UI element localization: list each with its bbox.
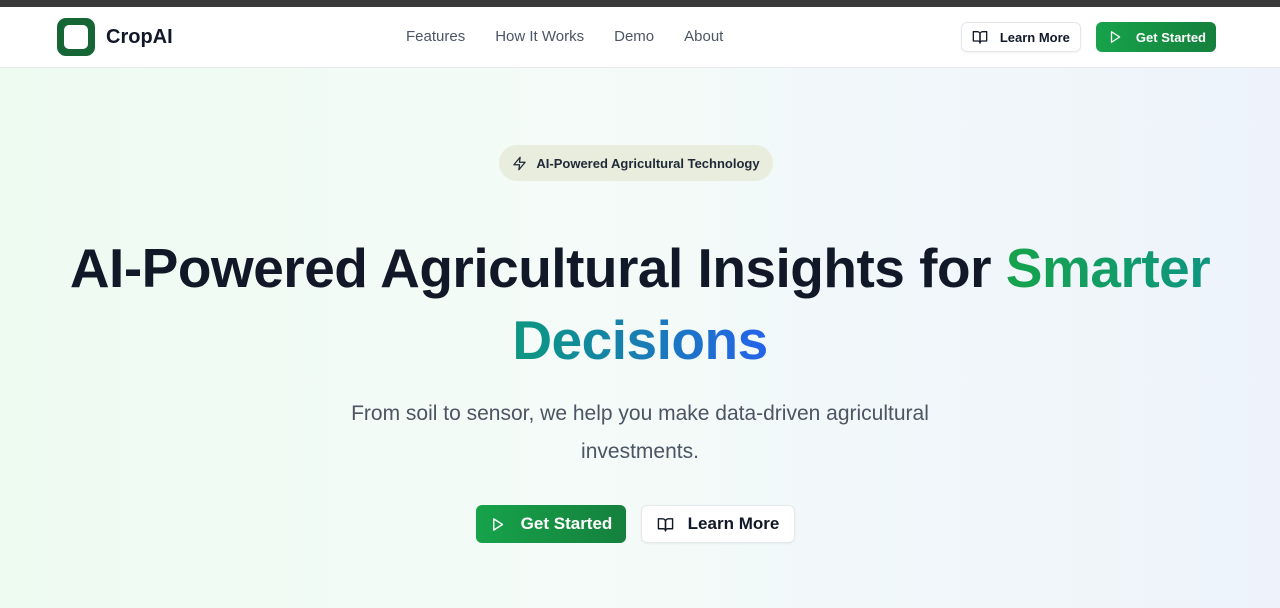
nav-get-started-button[interactable]: Get Started xyxy=(1095,22,1216,52)
hero-title-main: AI-Powered Agricultural Insights for xyxy=(69,237,1006,299)
hero-title: AI-Powered Agricultural Insights for Sma… xyxy=(0,232,1280,376)
nav-link-how-it-works[interactable]: How It Works xyxy=(495,28,584,45)
hero-cta-row: Get Started Learn More xyxy=(476,505,795,543)
play-icon xyxy=(1108,30,1122,44)
hero-badge: AI-Powered Agricultural Technology xyxy=(499,145,773,181)
navbar: CropAI Features How It Works Demo About … xyxy=(0,7,1280,68)
zap-icon xyxy=(512,156,527,171)
nav-link-about[interactable]: About xyxy=(684,28,723,45)
hero-get-started-button[interactable]: Get Started xyxy=(476,505,626,543)
nav-links: Features How It Works Demo About xyxy=(406,28,753,45)
hero-get-started-label: Get Started xyxy=(520,514,613,533)
hero-subtitle: From soil to sensor, we help you make da… xyxy=(351,402,929,463)
nav-link-demo[interactable]: Demo xyxy=(614,28,654,45)
brand-name: CropAI xyxy=(106,25,173,48)
nav-learn-more-button[interactable]: Learn More xyxy=(960,22,1081,52)
hero-badge-label: AI-Powered Agricultural Technology xyxy=(536,155,760,171)
logo-icon xyxy=(57,18,95,56)
play-icon xyxy=(490,517,505,532)
brand-logo-link[interactable]: CropAI xyxy=(57,18,173,56)
hero-learn-more-button[interactable]: Learn More xyxy=(641,505,795,543)
nav-get-started-label: Get Started xyxy=(1135,29,1206,45)
book-open-icon xyxy=(972,29,988,45)
nav-actions: Learn More Get Started xyxy=(960,22,1216,52)
nav-link-features[interactable]: Features xyxy=(406,28,465,45)
window-top-strip xyxy=(0,0,1280,7)
hero-learn-more-label: Learn More xyxy=(687,514,780,533)
nav-learn-more-label: Learn More xyxy=(999,29,1070,45)
book-open-icon xyxy=(657,516,674,533)
